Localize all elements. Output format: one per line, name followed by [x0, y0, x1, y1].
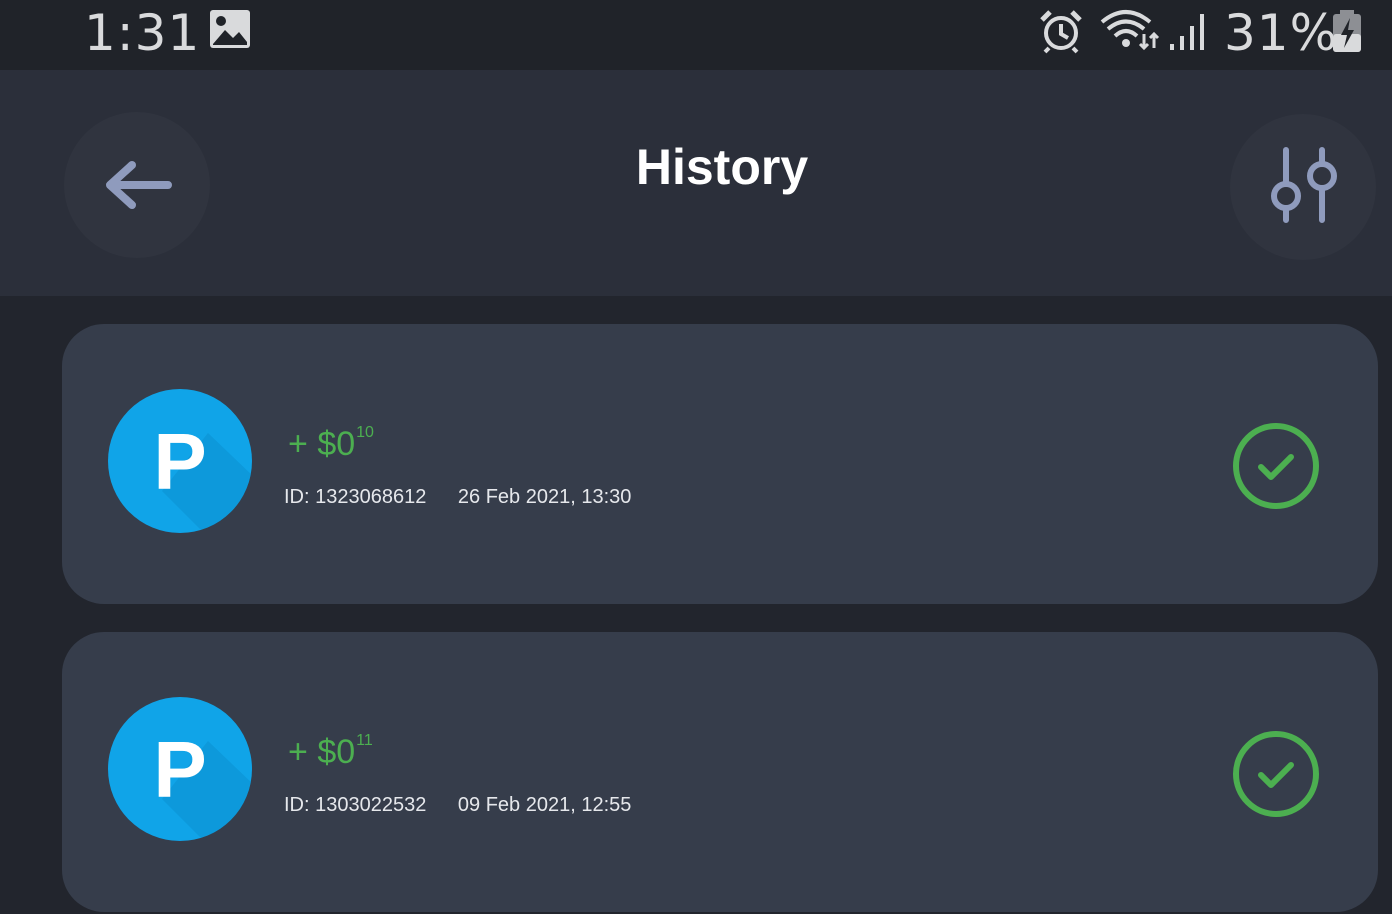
- app-header: History: [0, 70, 1392, 296]
- amount-sign: +: [288, 425, 308, 463]
- avatar-letter: P: [153, 725, 206, 814]
- signal-icon: [1170, 14, 1204, 50]
- amount-currency: $: [317, 733, 337, 771]
- amount-cents: 10: [356, 424, 374, 441]
- status-bar: 1:31 31%: [0, 0, 1392, 70]
- amount-sign: +: [288, 733, 308, 771]
- battery-charging-icon: [1333, 10, 1361, 52]
- transaction-meta: ID: 1323068612 26 Feb 2021, 13:30: [284, 486, 631, 509]
- p-logo-icon: P: [153, 725, 252, 841]
- amount-cents: 11: [356, 732, 373, 749]
- transaction-id: ID: 1323068612: [284, 486, 427, 508]
- amount-whole: 0: [336, 425, 356, 463]
- filter-button[interactable]: [1230, 114, 1376, 260]
- page-title: History: [0, 138, 1392, 196]
- check-circle-icon: [1233, 423, 1319, 509]
- transaction-card[interactable]: P + $011 ID: 1303022532 09 Feb 2021, 12:…: [62, 632, 1378, 912]
- transaction-id: ID: 1303022532: [284, 794, 427, 816]
- transaction-list: P + $010 ID: 1323068612 26 Feb 2021, 13:…: [0, 296, 1392, 914]
- transaction-amount: + $011: [288, 732, 373, 772]
- transaction-date: 09 Feb 2021, 12:55: [457, 794, 632, 816]
- amount-currency: $: [317, 425, 337, 463]
- transaction-card[interactable]: P + $010 ID: 1323068612 26 Feb 2021, 13:…: [62, 324, 1378, 604]
- wifi-icon: [1100, 10, 1160, 51]
- status-time: 1:31: [84, 4, 201, 62]
- transaction-date: 26 Feb 2021, 13:30: [457, 486, 632, 508]
- check-circle-icon: [1233, 731, 1319, 817]
- p-logo-icon: P: [153, 417, 252, 533]
- payment-provider-avatar: P: [108, 697, 252, 841]
- alarm-icon: [1040, 10, 1082, 54]
- transaction-amount: + $010: [288, 424, 374, 464]
- transaction-meta: ID: 1303022532 09 Feb 2021, 12:55: [284, 794, 631, 817]
- battery-percentage: 31%: [1224, 4, 1339, 62]
- gallery-icon: [210, 10, 250, 48]
- sliders-icon: [1271, 147, 1337, 223]
- page-title-text: History: [635, 139, 809, 195]
- payment-provider-avatar: P: [108, 389, 252, 533]
- amount-whole: 0: [336, 733, 356, 771]
- avatar-letter: P: [153, 417, 206, 506]
